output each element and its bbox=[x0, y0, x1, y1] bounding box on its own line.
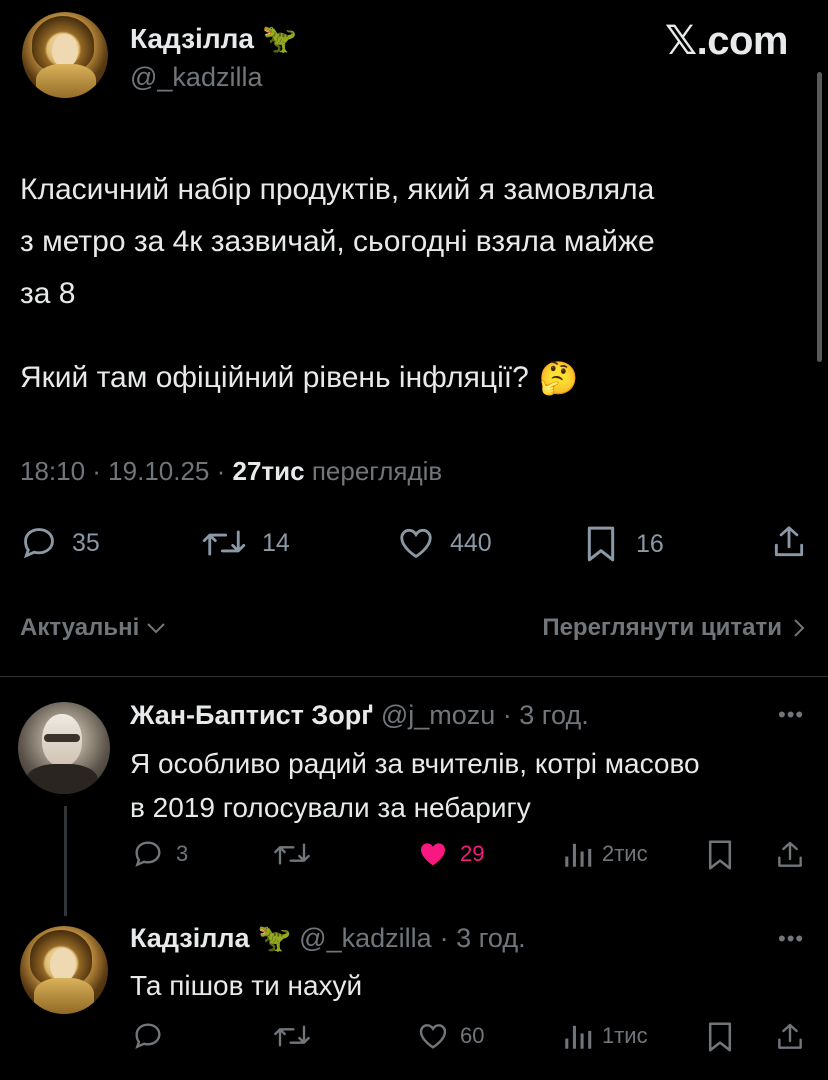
reply-avatar[interactable] bbox=[20, 926, 108, 1014]
sort-dropdown[interactable]: Актуальні bbox=[20, 614, 167, 642]
reply-header: Жан-Баптист Зорґ @j_mozu · 3 год. bbox=[130, 700, 589, 731]
retweet-button[interactable] bbox=[272, 838, 312, 870]
dinosaur-emoji-icon: 🦖 bbox=[261, 23, 297, 54]
view-quotes-link[interactable]: Переглянути цитати bbox=[542, 614, 806, 642]
bookmark-icon bbox=[708, 1022, 732, 1052]
sort-label: Актуальні bbox=[20, 614, 140, 641]
retweet-count: 14 bbox=[262, 528, 290, 557]
tweet-text: Класичний набір продуктів, який я замовл… bbox=[20, 164, 810, 320]
share-icon bbox=[778, 841, 802, 867]
reply-icon bbox=[23, 528, 54, 559]
bookmark-icon bbox=[708, 840, 732, 870]
reply-header: Кадзілла 🦖 @_kadzilla · 3 год. bbox=[130, 922, 526, 954]
reply-author-name[interactable]: Кадзілла bbox=[130, 923, 250, 954]
tweet-text-line: за 8 bbox=[20, 277, 76, 310]
reply-button[interactable] bbox=[132, 1020, 164, 1052]
analytics-icon bbox=[565, 843, 592, 867]
reply-time[interactable]: · 3 год. bbox=[503, 700, 589, 730]
chevron-down-icon bbox=[147, 623, 165, 634]
more-options-icon[interactable]: ••• bbox=[778, 702, 804, 728]
retweet-button[interactable] bbox=[272, 1020, 312, 1052]
reply-text-line: Я особливо радий за вчителів, котрі масо… bbox=[130, 748, 700, 779]
like-count: 29 bbox=[460, 841, 485, 866]
chevron-right-icon bbox=[794, 619, 805, 637]
like-button[interactable]: 440 bbox=[396, 524, 492, 562]
reply-text: Та пішов ти нахуй bbox=[130, 964, 362, 1008]
tweet-text-line: Класичний набір продуктів, який я замовл… bbox=[20, 173, 655, 206]
tweet-meta: 18:10 · 19.10.25 · 27тис переглядів bbox=[20, 456, 442, 487]
reply-time[interactable]: · 3 год. bbox=[440, 923, 526, 954]
heart-filled-icon bbox=[421, 843, 445, 866]
views-button[interactable]: 2тис bbox=[564, 838, 648, 870]
share-button[interactable] bbox=[774, 838, 806, 872]
retweet-icon bbox=[202, 530, 246, 556]
like-count: 440 bbox=[450, 528, 492, 557]
bookmark-icon bbox=[587, 526, 615, 562]
like-button[interactable]: 29 bbox=[416, 838, 484, 870]
view-quotes-label: Переглянути цитати bbox=[542, 614, 782, 641]
reply-icon bbox=[135, 1023, 161, 1049]
like-count: 60 bbox=[460, 1023, 485, 1048]
reply-count: 35 bbox=[72, 528, 100, 557]
author-handle[interactable]: @_kadzilla bbox=[130, 62, 262, 93]
views-count: 27тис bbox=[232, 456, 305, 486]
views-button[interactable]: 1тис bbox=[564, 1020, 648, 1052]
tweet-text-line: з метро за 4к зазвичай, сьогодні взяла м… bbox=[20, 225, 655, 258]
reply-author-name[interactable]: Жан-Баптист Зорґ bbox=[130, 700, 373, 730]
author-avatar[interactable] bbox=[22, 12, 108, 98]
reply-author-handle[interactable]: @j_mozu bbox=[381, 700, 495, 730]
more-options-icon[interactable]: ••• bbox=[778, 926, 804, 952]
bookmark-button[interactable] bbox=[706, 1020, 734, 1054]
like-button[interactable]: 60 bbox=[416, 1020, 484, 1052]
share-icon bbox=[774, 526, 804, 557]
reply-text: Я особливо радий за вчителів, котрі масо… bbox=[130, 742, 810, 830]
share-icon bbox=[778, 1023, 802, 1049]
bookmark-button[interactable]: 16 bbox=[584, 524, 664, 564]
reply-avatar[interactable] bbox=[18, 702, 110, 794]
views-count: 1тис bbox=[602, 1023, 648, 1048]
views-label: переглядів bbox=[304, 456, 443, 486]
analytics-icon bbox=[565, 1025, 592, 1049]
reply-author-handle[interactable]: @_kadzilla bbox=[299, 923, 431, 954]
bookmark-button[interactable] bbox=[706, 838, 734, 872]
scrollbar[interactable] bbox=[817, 72, 822, 362]
reply-text-line: в 2019 голосували за небаригу bbox=[130, 792, 531, 823]
share-button[interactable] bbox=[770, 522, 808, 562]
tweet-question-text: Який там офіційний рівень інфляції? bbox=[20, 361, 529, 394]
share-button[interactable] bbox=[774, 1020, 806, 1054]
reply-text-line: Та пішов ти нахуй bbox=[130, 970, 363, 1001]
reply-count: 3 bbox=[176, 841, 189, 866]
retweet-icon bbox=[274, 843, 310, 865]
x-logo: 𝕏.com bbox=[664, 19, 789, 63]
author-name: Кадзілла bbox=[130, 22, 254, 54]
thinking-face-emoji-icon: 🤔 bbox=[538, 360, 579, 396]
retweet-button[interactable]: 14 bbox=[200, 524, 290, 562]
reply-button[interactable]: 3 bbox=[132, 838, 188, 870]
views-count: 2тис bbox=[602, 841, 648, 866]
heart-icon bbox=[400, 528, 432, 559]
dinosaur-emoji-icon: 🦖 bbox=[257, 923, 292, 953]
heart-icon bbox=[419, 1024, 447, 1049]
tweet-question: Який там офіційний рівень інфляції? 🤔 bbox=[20, 352, 579, 404]
reply-button[interactable]: 35 bbox=[20, 524, 100, 562]
author-name-row[interactable]: Кадзілла 🦖 bbox=[130, 22, 297, 55]
tweet-timestamp[interactable]: 18:10 · 19.10.25 · bbox=[20, 456, 232, 486]
reply-actions: 3 29 2тис bbox=[0, 838, 828, 878]
reply-icon bbox=[135, 841, 161, 867]
bookmark-count: 16 bbox=[636, 529, 664, 558]
divider bbox=[0, 676, 828, 677]
tweet-actions: 35 14 440 16 bbox=[0, 520, 828, 568]
retweet-icon bbox=[274, 1025, 310, 1047]
reply-actions: 60 1тис bbox=[0, 1020, 828, 1060]
